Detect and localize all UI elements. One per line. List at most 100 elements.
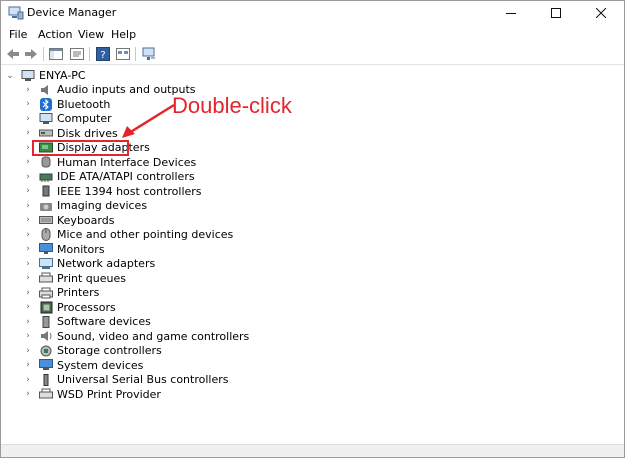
tree-item-label: IDE ATA/ATAPI controllers bbox=[57, 170, 195, 183]
tree-item-software-devices[interactable]: › Software devices bbox=[23, 314, 151, 329]
forward-icon[interactable] bbox=[23, 46, 39, 62]
toolbar-separator bbox=[135, 47, 136, 61]
tree-item-bluetooth[interactable]: › Bluetooth bbox=[23, 97, 110, 112]
disk-drive-icon bbox=[39, 127, 53, 140]
status-bar bbox=[1, 444, 624, 457]
maximize-icon bbox=[550, 8, 561, 18]
tree-item-system-devices[interactable]: › System devices bbox=[23, 358, 143, 373]
storage-controller-icon bbox=[39, 344, 53, 357]
scan-hardware-icon[interactable] bbox=[141, 46, 157, 62]
chevron-down-icon[interactable]: ⌄ bbox=[5, 69, 15, 83]
printer-icon bbox=[39, 286, 53, 299]
minimize-button[interactable] bbox=[488, 1, 533, 25]
tree-item-label: Keyboards bbox=[57, 213, 115, 227]
chevron-right-icon[interactable]: › bbox=[23, 170, 33, 184]
minimize-icon bbox=[505, 12, 516, 14]
computer-icon bbox=[21, 69, 35, 82]
chevron-right-icon[interactable]: › bbox=[23, 184, 33, 198]
device-tree: ⌄ ENYA-PC › Audio inputs and outputs › Blue… bbox=[1, 65, 624, 445]
chevron-right-icon[interactable]: › bbox=[23, 315, 33, 329]
tree-item-wsd-print-provider[interactable]: › WSD Print Provider bbox=[23, 387, 161, 402]
chevron-right-icon[interactable]: › bbox=[23, 257, 33, 271]
camera-icon bbox=[39, 199, 53, 212]
chevron-right-icon[interactable]: › bbox=[23, 358, 33, 372]
toolbar-separator bbox=[43, 47, 44, 61]
tree-root[interactable]: ⌄ ENYA-PC bbox=[5, 68, 86, 83]
back-icon[interactable] bbox=[5, 46, 21, 62]
tree-item-imaging-devices[interactable]: › Imaging devices bbox=[23, 198, 147, 213]
chevron-right-icon[interactable]: › bbox=[23, 228, 33, 242]
mouse-icon bbox=[39, 228, 53, 241]
tree-item-label: Printers bbox=[57, 286, 100, 299]
chevron-right-icon[interactable]: › bbox=[23, 271, 33, 285]
tree-item-print-queues[interactable]: › Print queues bbox=[23, 271, 126, 286]
chevron-right-icon[interactable]: › bbox=[23, 242, 33, 256]
close-button[interactable] bbox=[578, 1, 623, 25]
highlight-box bbox=[32, 140, 129, 156]
chevron-right-icon[interactable]: › bbox=[23, 199, 33, 213]
tree-item-monitors[interactable]: › Monitors bbox=[23, 242, 104, 257]
view-icon[interactable] bbox=[115, 46, 131, 62]
menu-action[interactable]: Action bbox=[38, 28, 72, 41]
chevron-right-icon[interactable]: › bbox=[23, 97, 33, 111]
tree-item-ide-ata-atapi-controllers[interactable]: › IDE ATA/ATAPI controllers bbox=[23, 169, 195, 184]
tree-item-network-adapters[interactable]: › Network adapters bbox=[23, 256, 155, 271]
bluetooth-icon bbox=[39, 97, 53, 111]
tree-item-label: Human Interface Devices bbox=[57, 155, 197, 169]
software-device-icon bbox=[39, 315, 53, 328]
device-manager-icon bbox=[8, 6, 24, 20]
tree-item-sound-video-and-game-controllers[interactable]: › Sound, video and game controllers bbox=[23, 329, 249, 344]
tree-item-printers[interactable]: › Printers bbox=[23, 285, 99, 300]
double-click-annotation: Double-click bbox=[172, 93, 292, 118]
tree-item-label: Processors bbox=[57, 300, 116, 314]
system-device-icon bbox=[39, 359, 53, 372]
menu-help[interactable]: Help bbox=[111, 28, 136, 41]
title-bar: Device Manager bbox=[1, 1, 624, 25]
chevron-right-icon[interactable]: › bbox=[23, 373, 33, 387]
tree-item-disk-drives[interactable]: › Disk drives bbox=[23, 126, 118, 141]
console-tree-icon[interactable] bbox=[48, 46, 64, 62]
menu-view[interactable]: View bbox=[78, 28, 104, 41]
tree-item-processors[interactable]: › Processors bbox=[23, 300, 116, 315]
tree-item-audio-inputs-and-outputs[interactable]: › Audio inputs and outputs bbox=[23, 82, 195, 97]
properties-icon[interactable] bbox=[69, 46, 85, 62]
chevron-right-icon[interactable]: › bbox=[23, 126, 33, 140]
tree-item-label: Mice and other pointing devices bbox=[57, 228, 234, 241]
chevron-right-icon[interactable]: › bbox=[23, 387, 33, 401]
tree-item-label: WSD Print Provider bbox=[57, 387, 161, 401]
chevron-right-icon[interactable]: › bbox=[23, 329, 33, 343]
tree-item-storage-controllers[interactable]: › Storage controllers bbox=[23, 343, 162, 358]
ieee1394-icon bbox=[39, 185, 53, 198]
tree-item-keyboards[interactable]: › Keyboards bbox=[23, 213, 114, 228]
tree-item-human-interface-devices[interactable]: › Human Interface Devices bbox=[23, 155, 196, 170]
tree-item-ieee-1394-host-controllers[interactable]: › IEEE 1394 host controllers bbox=[23, 184, 201, 199]
device-manager-window: Device Manager File Action View Help ? ⌄… bbox=[0, 0, 625, 458]
speaker-icon bbox=[39, 83, 53, 96]
tree-root-label: ENYA-PC bbox=[39, 69, 86, 82]
maximize-button[interactable] bbox=[533, 1, 578, 25]
close-icon bbox=[595, 8, 606, 18]
help-icon[interactable]: ? bbox=[95, 46, 111, 62]
tree-item-universal-serial-bus-controllers[interactable]: › Universal Serial Bus controllers bbox=[23, 372, 228, 387]
tree-item-computer[interactable]: › Computer bbox=[23, 111, 112, 126]
tree-item-label: Disk drives bbox=[57, 126, 118, 140]
tree-item-mice-and-other-pointing-devices[interactable]: › Mice and other pointing devices bbox=[23, 227, 233, 242]
menu-bar: File Action View Help bbox=[1, 25, 624, 44]
chevron-right-icon[interactable]: › bbox=[23, 213, 33, 227]
chevron-right-icon[interactable]: › bbox=[23, 83, 33, 97]
tree-item-label: Software devices bbox=[57, 315, 151, 328]
chevron-right-icon[interactable]: › bbox=[23, 112, 33, 126]
tree-item-label: Universal Serial Bus controllers bbox=[57, 373, 229, 386]
tree-item-label: Storage controllers bbox=[57, 344, 162, 357]
processor-icon bbox=[39, 301, 53, 314]
chevron-right-icon[interactable]: › bbox=[23, 300, 33, 314]
tree-item-label: Computer bbox=[57, 112, 112, 125]
chevron-right-icon[interactable]: › bbox=[23, 344, 33, 358]
chevron-right-icon[interactable]: › bbox=[23, 155, 33, 169]
wsd-printer-icon bbox=[39, 388, 53, 401]
tree-item-label: Network adapters bbox=[57, 257, 156, 270]
usb-icon bbox=[39, 373, 53, 386]
menu-file[interactable]: File bbox=[9, 28, 27, 41]
chevron-right-icon[interactable]: › bbox=[23, 286, 33, 300]
ide-controller-icon bbox=[39, 170, 53, 183]
